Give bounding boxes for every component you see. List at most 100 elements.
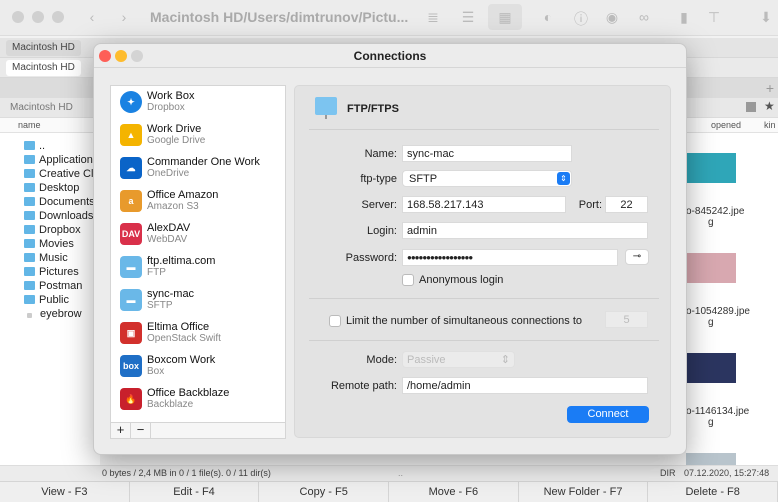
status-left: 0 bytes / 2,4 MB in 0 / 1 file(s). 0 / 1… [102, 468, 271, 478]
file-row[interactable]: Dropbox [24, 224, 81, 238]
connection-type: WebDAV [147, 234, 188, 245]
network-icon[interactable]: ⊤ [706, 9, 722, 25]
login-input[interactable]: admin [402, 222, 648, 239]
fkey-button-5[interactable]: Copy - F5 [259, 482, 390, 502]
file-row[interactable]: Desktop [24, 182, 79, 196]
file-row[interactable]: Application [24, 154, 93, 168]
image-caption[interactable]: o-1054289.jpe g [686, 306, 778, 328]
remote-path-label: Remote path: [330, 380, 397, 392]
image-name: o-1146134.jpe [686, 406, 750, 417]
file-row[interactable]: eyebrow [24, 308, 82, 322]
file-row[interactable]: Movies [24, 238, 74, 252]
limit-connections-checkbox[interactable] [329, 315, 341, 327]
connection-item[interactable]: ▲ Work Drive Google Drive [111, 119, 285, 152]
connection-item[interactable]: ☁ Commander One Work OneDrive [111, 152, 285, 185]
close-window-button[interactable] [12, 11, 24, 23]
fkey-button-4[interactable]: Edit - F4 [130, 482, 260, 502]
box-icon: box [120, 355, 142, 377]
divider [309, 129, 659, 130]
file-row[interactable]: Downloads [24, 210, 93, 224]
connection-name: Boxcom Work [147, 354, 216, 366]
file-row[interactable]: .. [24, 140, 45, 154]
connection-item[interactable]: ▬ ftp.eltima.com FTP [111, 251, 285, 284]
detail-view-icon[interactable]: ☰ [460, 9, 476, 25]
ftp-type-select[interactable]: SFTP ⇕ [402, 170, 572, 187]
connect-button[interactable]: Connect [567, 406, 649, 423]
protocol-title: FTP/FTPS [347, 103, 399, 115]
connection-item[interactable]: 🔥 Office Backblaze Backblaze [111, 383, 285, 416]
image-name-wrap: g [708, 417, 714, 428]
chevron-updown-icon: ⇕ [557, 172, 570, 185]
path-drive-label[interactable]: Macintosh HD [10, 102, 73, 113]
connection-item[interactable]: ✦ Work Box Dropbox [111, 86, 285, 119]
mode-select[interactable]: Passive ⇕ [402, 351, 515, 368]
folder-icon [24, 295, 35, 304]
connection-list: ✦ Work Box Dropbox ▲ Work Drive Google Drive ☁… [110, 85, 286, 423]
minimize-window-button[interactable] [32, 11, 44, 23]
column-kind[interactable]: kin [764, 120, 776, 130]
info-icon[interactable]: ⓘ [573, 9, 589, 27]
file-row[interactable]: Creative Cl [24, 168, 93, 182]
column-opened[interactable]: opened [711, 120, 741, 130]
add-tab-icon[interactable]: + [766, 80, 774, 96]
divider [309, 298, 659, 299]
password-input[interactable]: ●●●●●●●●●●●●●●●●● [402, 249, 618, 266]
connection-item[interactable]: a Office Amazon Amazon S3 [111, 185, 285, 218]
forward-icon[interactable]: › [116, 9, 132, 25]
file-row[interactable]: Public [24, 294, 69, 308]
bookmark-square-icon[interactable] [746, 102, 756, 112]
image-thumbnail[interactable] [686, 353, 736, 383]
connection-name: Office Amazon [147, 189, 219, 201]
zoom-window-button[interactable] [52, 11, 64, 23]
archive-icon[interactable]: ▮ [676, 9, 692, 25]
fkey-button-3[interactable]: View - F3 [0, 482, 130, 502]
connection-type: Dropbox [147, 102, 185, 113]
thumbnail-view-icon[interactable]: ▦ [488, 4, 522, 30]
limit-connections-input[interactable]: 5 [605, 311, 648, 328]
image-thumbnail[interactable] [686, 153, 736, 183]
anonymous-login-checkbox[interactable] [402, 274, 414, 286]
fkey-button-7[interactable]: New Folder - F7 [519, 482, 649, 502]
file-row[interactable]: Pictures [24, 266, 79, 280]
file-row[interactable]: Music [24, 252, 68, 266]
add-connection-button[interactable]: + [111, 423, 131, 438]
connection-item[interactable]: DAV AlexDAV WebDAV [111, 218, 285, 251]
connection-name: Office Backblaze [147, 387, 230, 399]
file-row[interactable]: Documents [24, 196, 95, 210]
column-name[interactable]: name [18, 120, 41, 130]
status-middle: .. [398, 468, 404, 478]
download-icon[interactable]: ⬇ [758, 9, 774, 25]
remote-path-input[interactable]: /home/admin [402, 377, 648, 394]
favorites-star-icon[interactable]: ★ [764, 99, 775, 113]
main-toolbar: ‹ › Macintosh HD/Users/dimtrunov/Pictu..… [0, 0, 778, 36]
connection-name: Eltima Office [147, 321, 210, 333]
back-icon[interactable]: ‹ [84, 9, 100, 25]
port-input[interactable]: 22 [605, 196, 648, 213]
connection-item[interactable]: ▬ sync-mac SFTP [111, 284, 285, 317]
list-view-icon[interactable]: ≣ [425, 9, 441, 25]
dialog-close-button[interactable] [99, 50, 111, 62]
panel-tab[interactable]: Macintosh HD [6, 60, 81, 76]
binoculars-icon[interactable]: ∞ [636, 9, 652, 25]
connection-item[interactable]: box Boxcom Work Box [111, 350, 285, 383]
name-label: Name: [364, 148, 397, 160]
key-icon[interactable]: ⊸ [625, 249, 649, 265]
dialog-zoom-button[interactable] [131, 50, 143, 62]
preview-eye-icon[interactable]: ◉ [604, 9, 620, 25]
toggle-hidden-icon[interactable]: ◐ [540, 9, 556, 25]
connection-item[interactable]: ▣ Eltima Office OpenStack Swift [111, 317, 285, 350]
file-row[interactable]: Postman [24, 280, 82, 294]
ftp-type-label: ftp-type [360, 173, 397, 185]
image-caption[interactable]: o-1146134.jpe g [686, 406, 778, 428]
remove-connection-button[interactable]: − [131, 423, 151, 438]
fkey-button-8[interactable]: Delete - F8 [648, 482, 778, 502]
fkey-button-6[interactable]: Move - F6 [389, 482, 519, 502]
name-input[interactable]: sync-mac [402, 145, 572, 162]
drive-tab[interactable]: Macintosh HD [6, 40, 81, 56]
dialog-minimize-button[interactable] [115, 50, 127, 62]
image-thumbnail[interactable] [686, 253, 736, 283]
image-caption[interactable]: o-845242.jpe g [686, 206, 778, 228]
file-name: eyebrow [40, 308, 82, 320]
google-drive-icon: ▲ [120, 124, 142, 146]
connection-name: AlexDAV [147, 222, 191, 234]
